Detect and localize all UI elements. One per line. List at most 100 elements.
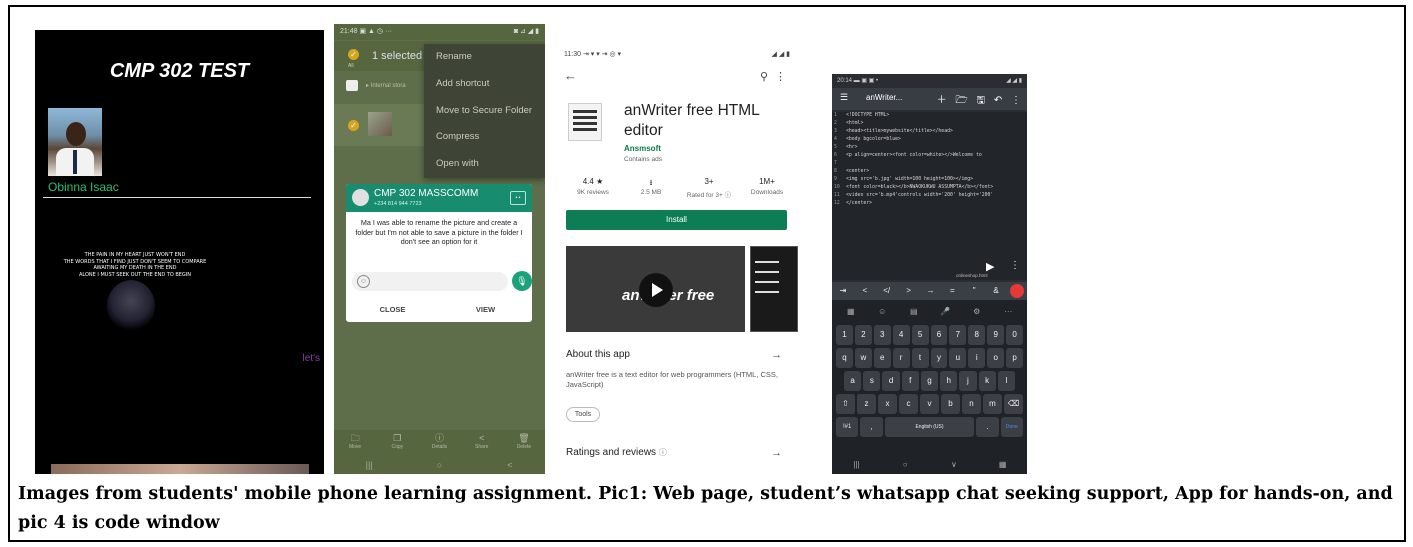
- mic-icon[interactable]: 🎙: [512, 271, 532, 291]
- key[interactable]: k: [978, 371, 996, 391]
- header-menu-icon[interactable]: • •: [510, 191, 526, 205]
- key[interactable]: n: [962, 394, 981, 414]
- key[interactable]: 4: [892, 325, 910, 345]
- key[interactable]: l: [997, 371, 1015, 391]
- code-line[interactable]: 9 <img src='b.jpg' width=100 height=100><…: [832, 176, 1027, 184]
- symbol-key[interactable]: </: [876, 282, 898, 300]
- key[interactable]: ⚙: [962, 302, 992, 322]
- reply-input[interactable]: [352, 272, 508, 291]
- key[interactable]: w: [854, 348, 872, 368]
- key[interactable]: 3: [873, 325, 891, 345]
- key[interactable]: 2: [854, 325, 872, 345]
- key[interactable]: c: [899, 394, 918, 414]
- file-check-icon[interactable]: ✓: [348, 120, 359, 131]
- key[interactable]: j: [959, 371, 977, 391]
- emoji-icon[interactable]: ☺: [357, 275, 370, 288]
- key[interactable]: t: [911, 348, 929, 368]
- key[interactable]: m: [983, 394, 1002, 414]
- code-line[interactable]: 7: [832, 160, 1027, 168]
- run-icon[interactable]: ▶: [986, 260, 994, 273]
- key[interactable]: a: [844, 371, 862, 391]
- key[interactable]: ···: [994, 302, 1024, 322]
- select-all-check-icon[interactable]: ✓: [348, 49, 359, 60]
- key[interactable]: i: [968, 348, 986, 368]
- key[interactable]: g: [920, 371, 939, 391]
- code-line[interactable]: 12 </center>: [832, 200, 1027, 208]
- key[interactable]: 0: [1006, 325, 1024, 345]
- home-folder-icon[interactable]: [346, 80, 358, 91]
- install-button[interactable]: Install: [566, 210, 787, 230]
- symbol-key[interactable]: ⇥: [832, 282, 854, 300]
- code-line[interactable]: 10 <font color=black></b>NWAOKUKWU ASSUMP…: [832, 184, 1027, 192]
- key[interactable]: h: [940, 371, 958, 391]
- key[interactable]: s: [863, 371, 881, 391]
- key[interactable]: ▤: [899, 302, 929, 322]
- key[interactable]: f: [901, 371, 919, 391]
- symbol-key[interactable]: =: [941, 282, 963, 300]
- code-line[interactable]: 5 <hr>: [832, 144, 1027, 152]
- keyboard-switch-icon[interactable]: ▦: [978, 456, 1027, 474]
- menu-item-open-with[interactable]: Open with: [424, 151, 545, 178]
- key[interactable]: o: [987, 348, 1005, 368]
- menu-icon[interactable]: ☰: [840, 92, 848, 103]
- toolbar-icons[interactable]: ＋ 🗁 🖫 ↶ ⋮: [937, 91, 1021, 110]
- key[interactable]: 6: [930, 325, 948, 345]
- key[interactable]: u: [949, 348, 967, 368]
- arrow-right-icon[interactable]: →: [771, 349, 782, 361]
- key[interactable]: ⇧: [836, 394, 855, 414]
- key[interactable]: v: [920, 394, 939, 414]
- search-icon[interactable]: ⚲: [760, 70, 768, 83]
- about-title[interactable]: About this app: [566, 349, 630, 360]
- action-move[interactable]: 🗀 Move: [334, 430, 376, 456]
- key[interactable]: p: [1006, 348, 1024, 368]
- record-icon[interactable]: [1010, 284, 1024, 298]
- key[interactable]: ⌫: [1004, 394, 1023, 414]
- home-button[interactable]: ○: [404, 456, 474, 474]
- play-icon[interactable]: [639, 273, 673, 307]
- back-arrow-icon[interactable]: ←: [564, 68, 577, 83]
- key[interactable]: ▦: [836, 302, 866, 322]
- arrow-right-icon[interactable]: →: [771, 447, 782, 459]
- action-delete[interactable]: 🗑 Delete: [503, 430, 545, 456]
- action-share[interactable]: < Share: [461, 430, 503, 456]
- developer-link[interactable]: Ansmsoft: [624, 144, 661, 153]
- action-details[interactable]: ⓘ Details: [418, 430, 460, 456]
- close-button[interactable]: CLOSE: [346, 298, 439, 322]
- more-icon[interactable]: ⋮: [1010, 260, 1020, 271]
- symbol-key[interactable]: >: [898, 282, 920, 300]
- key[interactable]: ,: [860, 417, 883, 437]
- key[interactable]: 5: [911, 325, 929, 345]
- code-area[interactable]: 1 <!DOCTYPE HTML> 2 <html> 3 <head><title>myw…: [832, 112, 1027, 280]
- key[interactable]: 7: [949, 325, 967, 345]
- key[interactable]: d: [882, 371, 900, 391]
- key[interactable]: x: [878, 394, 897, 414]
- code-line[interactable]: 2 <html>: [832, 120, 1027, 128]
- symbol-key[interactable]: <: [854, 282, 876, 300]
- code-line[interactable]: 3 <head><title>mywebsite</title></head>: [832, 128, 1027, 136]
- key[interactable]: Done: [1000, 417, 1023, 437]
- code-line[interactable]: 1 <!DOCTYPE HTML>: [832, 112, 1027, 120]
- key[interactable]: !#1: [836, 417, 859, 437]
- code-line[interactable]: 11 <video src='b.mp4'controls width='200'…: [832, 192, 1027, 200]
- key[interactable]: ☺: [868, 302, 898, 322]
- view-button[interactable]: VIEW: [439, 298, 532, 322]
- preview-screenshot[interactable]: [750, 246, 798, 332]
- back-button[interactable]: ∨: [930, 456, 979, 474]
- key[interactable]: .: [976, 417, 999, 437]
- key[interactable]: z: [857, 394, 876, 414]
- symbol-key[interactable]: &: [985, 282, 1007, 300]
- more-icon[interactable]: ⋮: [775, 70, 786, 83]
- preview-video[interactable]: anWriter free: [566, 246, 745, 332]
- ratings-title[interactable]: Ratings and reviews ⓘ: [566, 447, 667, 458]
- code-line[interactable]: 8 <center>: [832, 168, 1027, 176]
- menu-item-move-secure[interactable]: Move to Secure Folder: [424, 98, 545, 125]
- key[interactable]: e: [873, 348, 891, 368]
- key[interactable]: q: [835, 348, 853, 368]
- recents-button[interactable]: |||: [334, 456, 404, 474]
- recents-button[interactable]: |||: [832, 456, 881, 474]
- menu-item-compress[interactable]: Compress: [424, 124, 545, 151]
- home-button[interactable]: ○: [881, 456, 930, 474]
- category-chip[interactable]: Tools: [566, 407, 600, 422]
- key[interactable]: 1: [835, 325, 853, 345]
- code-line[interactable]: 4 <body bgcolor=blue>: [832, 136, 1027, 144]
